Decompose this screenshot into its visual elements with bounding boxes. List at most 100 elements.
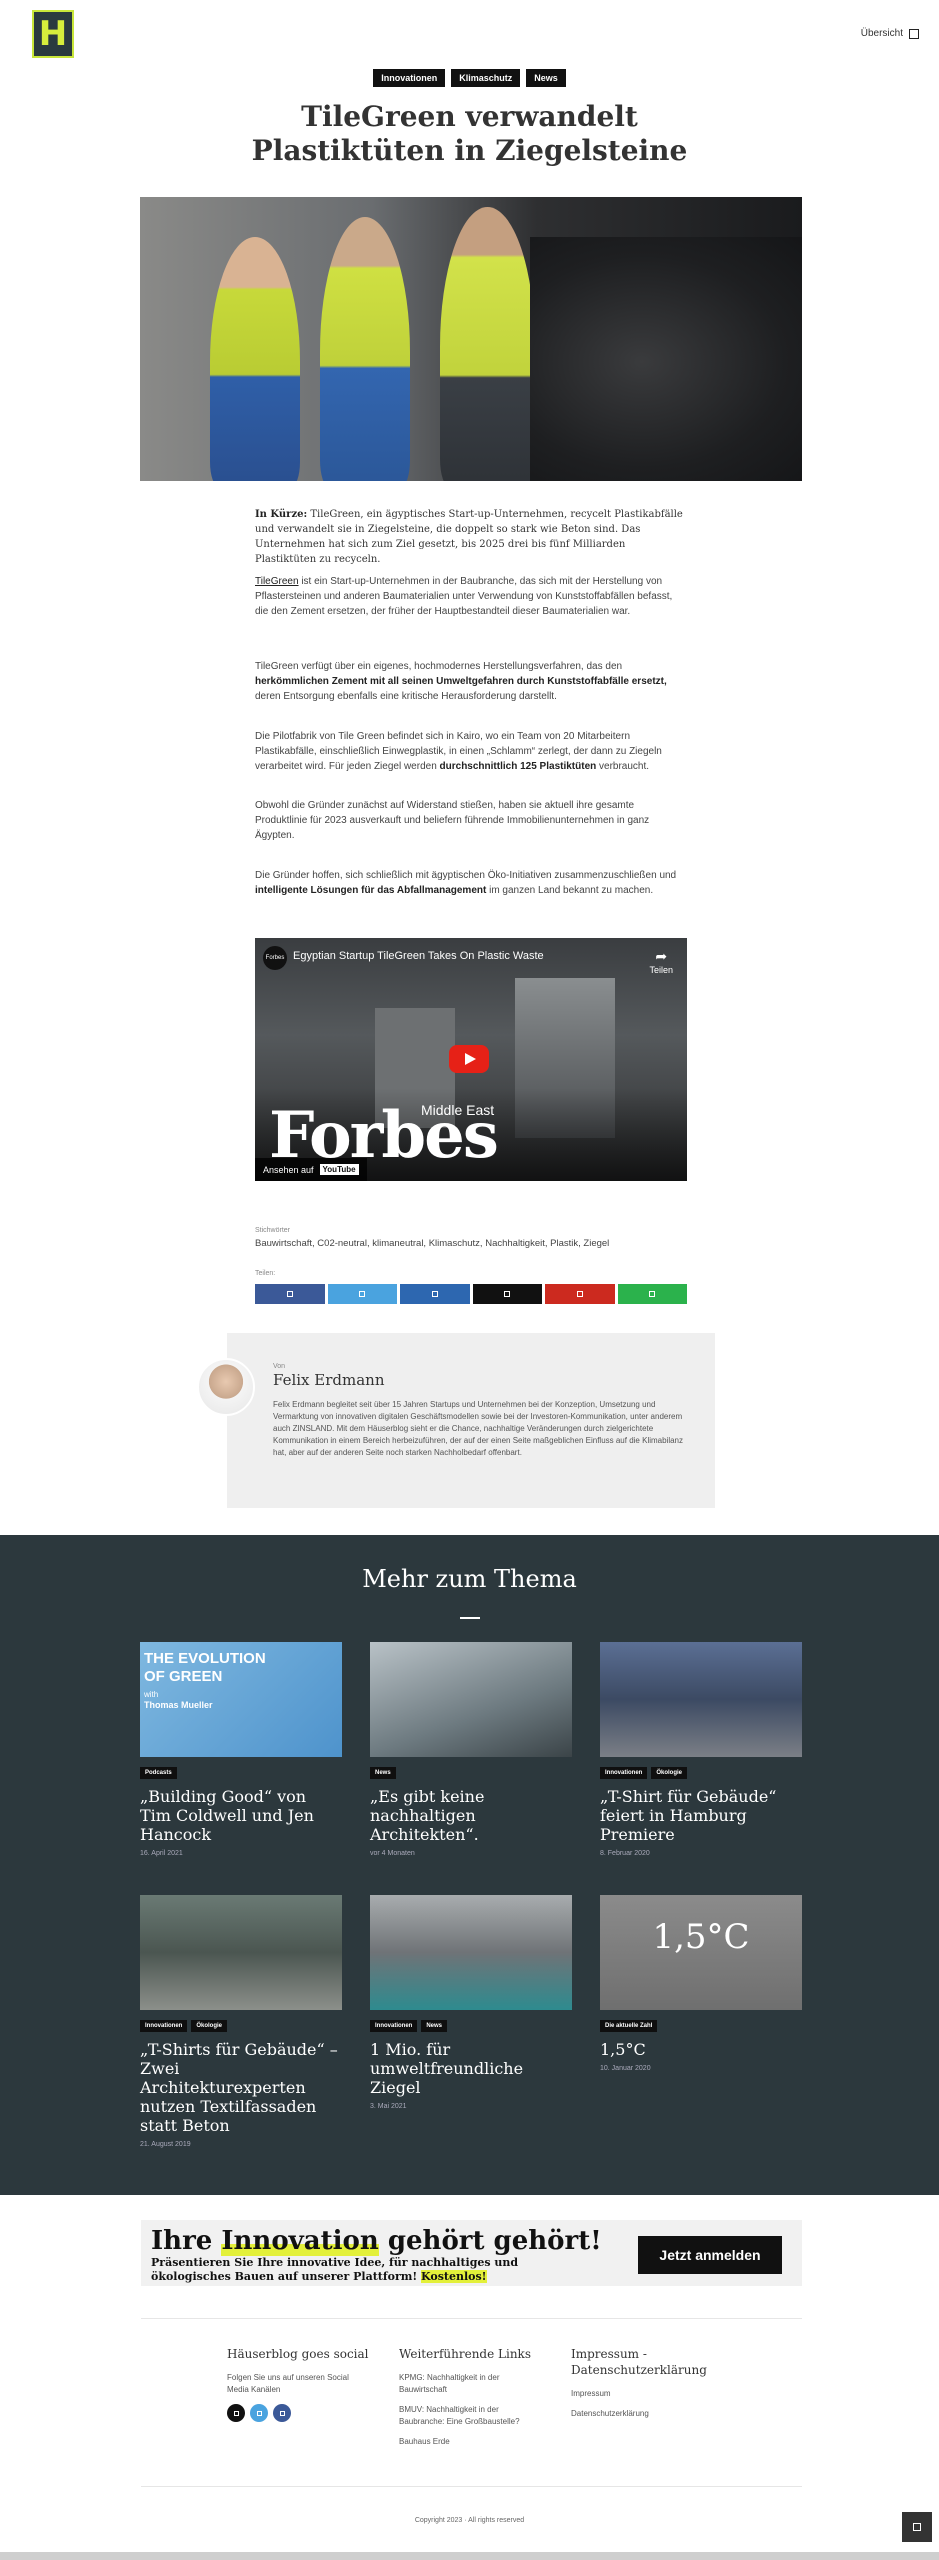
share-x-button[interactable] <box>472 1284 542 1304</box>
card-title[interactable]: „Building Good“ von Tim Coldwell und Jen… <box>140 1787 342 1844</box>
cta-title: Ihre Innovation gehört gehört! <box>151 2226 602 2256</box>
logo-letter: H <box>38 14 68 54</box>
video-title[interactable]: Egyptian Startup TileGreen Takes On Plas… <box>293 950 544 962</box>
footer-col-links: Weiterführende Links KPMG: Nachhaltigkei… <box>399 2346 539 2456</box>
instagram-icon[interactable] <box>227 2404 245 2422</box>
impressum-link[interactable]: Impressum <box>571 2388 711 2400</box>
tag-klimaschutz[interactable]: Klimaschutz <box>451 69 521 87</box>
card-image: THE EVOLUTION OF GREEN with Thomas Muell… <box>140 1642 342 1757</box>
card-date: 8. Februar 2020 <box>600 1850 650 1857</box>
card-title[interactable]: 1,5°C <box>600 2040 802 2059</box>
share-email-button[interactable] <box>545 1284 615 1304</box>
video-share-label: Teilen <box>649 965 673 975</box>
channel-avatar[interactable]: Forbes <box>263 946 287 970</box>
related-card[interactable]: 1,5°C Die aktuelle Zahl 1,5°C 10. Januar… <box>600 1895 802 2072</box>
twitter-icon[interactable] <box>250 2404 268 2422</box>
card-image-text-2: OF GREEN <box>144 1668 223 1685</box>
paragraph-2b: deren Entsorgung ebenfalls eine kritisch… <box>255 691 557 702</box>
card-tag[interactable]: News <box>370 1767 396 1779</box>
cta-title-b: gehört gehört! <box>378 2226 602 2256</box>
card-image <box>600 1642 802 1757</box>
footer-divider-top <box>141 2318 802 2319</box>
related-card[interactable]: Innovationen Ökologie „T-Shirts für Gebäu… <box>140 1895 342 2148</box>
footer-link[interactable]: KPMG: Nachhaltigkeit in der Bauwirtschaf… <box>399 2372 539 2396</box>
youtube-icon: YouTube <box>319 1164 359 1175</box>
footer-link[interactable]: Bauhaus Erde <box>399 2436 539 2448</box>
share-whatsapp-button[interactable] <box>617 1284 687 1304</box>
card-image: 1,5°C <box>600 1895 802 2010</box>
whatsapp-icon <box>649 1291 656 1297</box>
paragraph-2a: TileGreen verfügt über ein eigenes, hoch… <box>255 661 623 672</box>
linkedin-icon <box>431 1291 438 1297</box>
related-card[interactable]: Innovationen News 1 Mio. für umweltfreund… <box>370 1895 572 2110</box>
author-name[interactable]: Felix Erdmann <box>273 1371 385 1389</box>
share-facebook-button[interactable] <box>255 1284 325 1304</box>
back-to-top-button[interactable] <box>902 2512 932 2542</box>
watch-on-youtube[interactable]: Ansehen auf YouTube <box>255 1158 367 1181</box>
summary-label: In Kürze: <box>255 509 308 520</box>
paragraph-5a: Die Gründer hoffen, sich schließlich mit… <box>255 870 677 881</box>
related-section: Mehr zum Thema THE EVOLUTION OF GREEN wi… <box>0 1535 939 2195</box>
card-tag[interactable]: Innovationen <box>140 2020 188 2032</box>
cta-title-a: Ihre <box>151 2226 222 2256</box>
tag-innovationen[interactable]: Innovationen <box>373 69 446 87</box>
card-tag[interactable]: Podcasts <box>140 1767 177 1779</box>
share-buttons <box>255 1284 687 1304</box>
author-box: Von Felix Erdmann Felix Erdmann begleite… <box>227 1333 715 1508</box>
card-date: 16. April 2021 <box>140 1850 183 1857</box>
card-title[interactable]: „T-Shirt für Gebäude“ feiert in Hamburg … <box>600 1787 802 1844</box>
tilegreen-link[interactable]: TileGreen <box>255 576 299 587</box>
paragraph-5-bold: intelligente Lösungen für das Abfallmana… <box>255 885 487 896</box>
heading-divider <box>460 1617 480 1619</box>
overview-link[interactable]: Übersicht <box>861 28 919 39</box>
footer-links-title: Weiterführende Links <box>399 2347 531 2361</box>
footer-col-social: Häuserblog goes social Folgen Sie uns au… <box>227 2346 387 2422</box>
paragraph-3b: verbraucht. <box>596 761 650 772</box>
article-tags: Innovationen Klimaschutz News <box>0 69 939 87</box>
related-card[interactable]: THE EVOLUTION OF GREEN with Thomas Muell… <box>140 1642 342 1857</box>
card-tag[interactable]: Die aktuelle Zahl <box>600 2020 658 2032</box>
tag-news[interactable]: News <box>526 69 566 87</box>
paragraph-5b: im ganzen Land bekannt zu machen. <box>486 885 654 896</box>
keywords-list[interactable]: Bauwirtschaft, C02-neutral, klimaneutral… <box>255 1238 687 1249</box>
related-heading: Mehr zum Thema <box>362 1565 577 1593</box>
footer-col-legal: Impressum - Datenschutzerklärung Impress… <box>571 2346 711 2428</box>
footer-social-title: Häuserblog goes social <box>227 2347 369 2361</box>
signup-button[interactable]: Jetzt anmelden <box>638 2236 782 2274</box>
video-embed[interactable]: Forbes Egyptian Startup TileGreen Takes … <box>255 938 687 1181</box>
copyright: Copyright 2023 · All rights reserved <box>414 2517 525 2524</box>
card-date: 3. Mai 2021 <box>370 2103 407 2110</box>
share-twitter-button[interactable] <box>327 1284 397 1304</box>
card-title[interactable]: „T-Shirts für Gebäude“ – Zwei Architektu… <box>140 2040 342 2135</box>
title-line-1: TileGreen verwandelt <box>301 100 638 133</box>
share-linkedin-button[interactable] <box>400 1284 470 1304</box>
hero-image <box>140 197 802 481</box>
overview-label: Übersicht <box>860 28 903 39</box>
card-tag[interactable]: Innovationen <box>370 2020 418 2032</box>
facebook-icon[interactable] <box>273 2404 291 2422</box>
title-line-2: Plastiktüten in Ziegelsteine <box>251 134 688 167</box>
related-card[interactable]: News „Es gibt keine nachhaltigen Archite… <box>370 1642 572 1857</box>
card-title[interactable]: „Es gibt keine nachhaltigen Architekten“… <box>370 1787 572 1844</box>
footer-link[interactable]: BMUV: Nachhaltigkeit in der Baubranche: … <box>399 2404 539 2428</box>
share-label: Teilen: <box>255 1270 276 1277</box>
paragraph-2-bold: herkömmlichen Zement mit all seinen Umwe… <box>255 676 667 687</box>
card-tag[interactable]: News <box>421 2020 448 2032</box>
card-title[interactable]: 1 Mio. für umweltfreundliche Ziegel <box>370 2040 572 2097</box>
site-logo[interactable]: H <box>32 10 74 58</box>
author-von: Von <box>273 1363 286 1370</box>
video-share-button[interactable]: ➦ Teilen <box>649 948 673 975</box>
card-image-text-3: with <box>144 1690 159 1699</box>
card-tag[interactable]: Ökologie <box>191 2020 228 2032</box>
card-date: vor 4 Monaten <box>370 1850 415 1857</box>
card-tag[interactable]: Ökologie <box>651 1767 688 1779</box>
related-card[interactable]: Innovationen Ökologie „T-Shirt für Gebäud… <box>600 1642 802 1857</box>
privacy-link[interactable]: Datenschutzerklärung <box>571 2408 711 2420</box>
bottom-bar <box>0 2552 939 2560</box>
footer-legal-title: Impressum - Datenschutzerklärung <box>571 2347 707 2377</box>
play-button[interactable] <box>449 1045 489 1073</box>
facebook-icon <box>286 1291 293 1297</box>
card-tag[interactable]: Innovationen <box>600 1767 648 1779</box>
author-bio: Felix Erdmann begleitet seit über 15 Jah… <box>273 1400 684 1457</box>
social-icons <box>227 2404 387 2422</box>
